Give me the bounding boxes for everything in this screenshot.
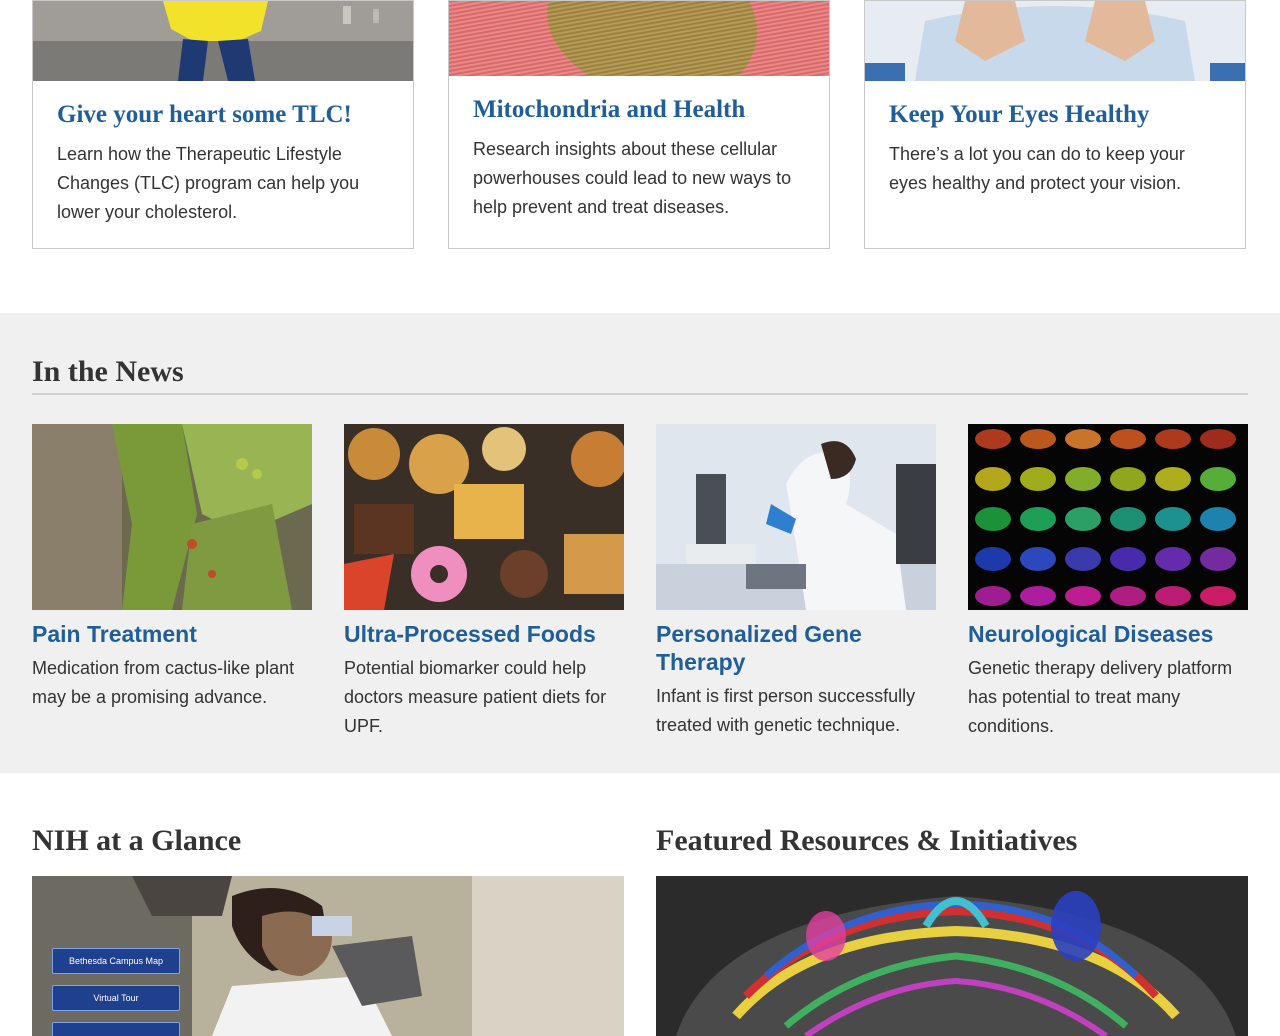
feature-card-title[interactable]: Mitochondria and Health	[473, 94, 805, 125]
news-image[interactable]	[344, 424, 624, 610]
news-section-title: In the News	[32, 355, 184, 388]
news-image[interactable]	[968, 424, 1248, 610]
news-item-neurological-diseases[interactable]: Neurological Diseases Genetic therapy de…	[968, 424, 1248, 741]
feature-card-description: Learn how the Therapeutic Lifestyle Chan…	[57, 144, 360, 223]
feature-card-heart[interactable]: Give your heart some TLC! Learn how the …	[32, 0, 414, 249]
news-image[interactable]	[32, 424, 312, 610]
campus-button-partial[interactable]	[52, 1022, 180, 1036]
virtual-tour-button[interactable]: Virtual Tour	[52, 985, 180, 1011]
nih-at-a-glance-image[interactable]: Bethesda Campus Map Virtual Tour	[32, 876, 624, 1036]
news-item-title[interactable]: Ultra-Processed Foods	[344, 620, 624, 648]
news-image[interactable]	[656, 424, 936, 610]
feature-card-title[interactable]: Give your heart some TLC!	[57, 99, 389, 130]
feature-card-mitochondria[interactable]: Mitochondria and Health Research insight…	[448, 0, 830, 249]
feature-card-title[interactable]: Keep Your Eyes Healthy	[889, 99, 1221, 130]
news-item-title[interactable]: Neurological Diseases	[968, 620, 1248, 648]
featured-resources-title: Featured Resources & Initiatives	[656, 824, 1078, 857]
news-item-title[interactable]: Pain Treatment	[32, 620, 312, 648]
nih-at-a-glance-title: NIH at a Glance	[32, 824, 242, 857]
feature-card-description: There’s a lot you can do to keep your ey…	[889, 144, 1185, 194]
news-item-title[interactable]: Personalized Gene Therapy	[656, 620, 936, 676]
bethesda-campus-map-button[interactable]: Bethesda Campus Map	[52, 948, 180, 974]
news-section: In the News Pain Treatment Medication fr…	[0, 313, 1280, 773]
news-item-description: Genetic therapy delivery platform has po…	[968, 658, 1233, 736]
featured-resources-image[interactable]	[656, 876, 1248, 1036]
news-item-description: Potential biomarker could help doctors m…	[344, 658, 607, 736]
feature-card-eyes[interactable]: Keep Your Eyes Healthy There’s a lot you…	[864, 0, 1246, 249]
news-item-ultra-processed-foods[interactable]: Ultra-Processed Foods Potential biomarke…	[344, 424, 624, 741]
feature-card-image	[865, 1, 1245, 81]
news-item-pain-treatment[interactable]: Pain Treatment Medication from cactus-li…	[32, 424, 312, 712]
section-divider	[32, 393, 1248, 395]
feature-card-image	[449, 1, 829, 76]
news-item-description: Medication from cactus-like plant may be…	[32, 658, 295, 707]
feature-card-image	[33, 1, 413, 81]
news-item-personalized-gene-therapy[interactable]: Personalized Gene Therapy Infant is firs…	[656, 424, 936, 740]
feature-card-description: Research insights about these cellular p…	[473, 139, 792, 218]
news-item-description: Infant is first person successfully trea…	[656, 686, 916, 735]
